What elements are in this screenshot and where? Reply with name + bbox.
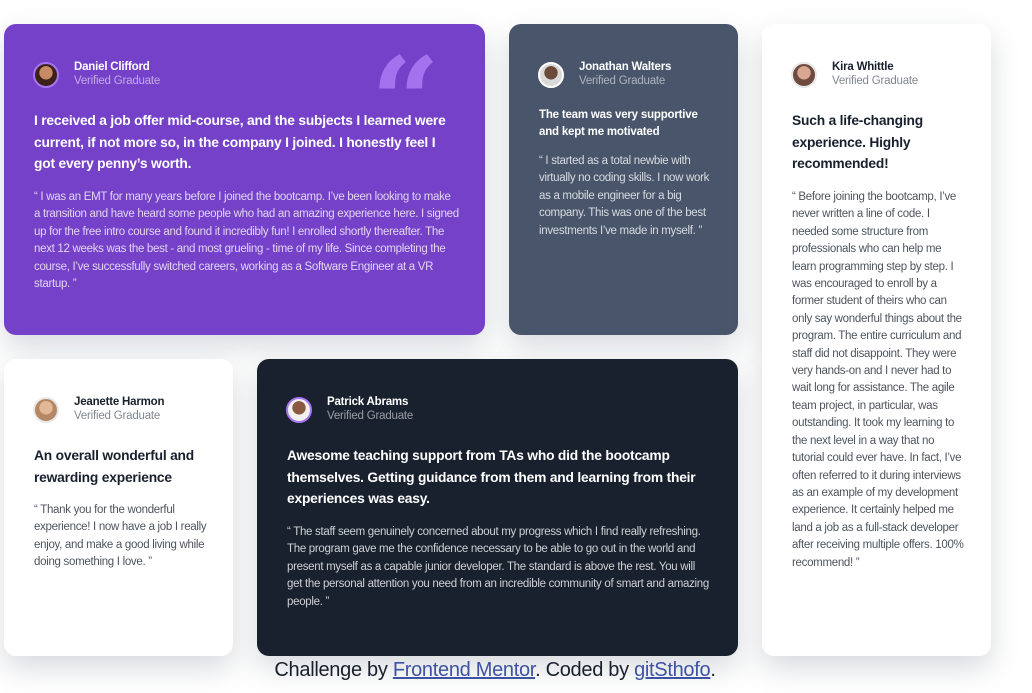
author-name: Jeanette Harmon: [74, 396, 165, 408]
attribution-prefix: Challenge by: [274, 659, 393, 681]
avatar: [33, 61, 59, 88]
author-block: Jonathan Walters Verified Graduate: [538, 60, 671, 89]
testimonial-headline: Such a life-changing experience. Highly …: [792, 113, 923, 171]
testimonial-text: “ The staff seem genuinely concerned abo…: [287, 526, 709, 608]
author-role: Verified Graduate: [579, 75, 666, 87]
avatar: [791, 61, 817, 88]
author-name: Kira Whittle: [832, 61, 894, 73]
testimonial-card-jonathan: Jonathan Walters Verified Graduate The t…: [509, 24, 738, 335]
attribution-suffix: .: [710, 659, 716, 681]
author-block: Patrick Abrams Verified Graduate: [286, 395, 413, 424]
attribution-footer: Challenge by Frontend Mentor. Coded by g…: [0, 659, 990, 682]
avatar: [286, 396, 312, 423]
testimonial-text: “ Before joining the bootcamp, I’ve neve…: [792, 191, 964, 569]
testimonial-headline: The team was very supportive and kept me…: [539, 109, 698, 138]
avatar: [538, 61, 564, 88]
testimonial-text: “ I started as a total newbie with virtu…: [539, 155, 710, 237]
author-role: Verified Graduate: [74, 410, 161, 422]
frontend-mentor-link[interactable]: Frontend Mentor: [393, 659, 536, 681]
author-block: Daniel Clifford Verified Graduate: [33, 60, 160, 89]
avatar: [33, 396, 59, 423]
testimonial-text: “ Thank you for the wonderful experience…: [34, 504, 207, 569]
author-name: Jonathan Walters: [579, 61, 672, 73]
testimonial-headline: Awesome teaching support from TAs who di…: [287, 448, 696, 506]
author-name: Patrick Abrams: [327, 396, 409, 408]
author-role: Verified Graduate: [74, 75, 161, 87]
testimonial-card-kira: Kira Whittle Verified Graduate Such a li…: [762, 24, 991, 656]
author-role: Verified Graduate: [327, 410, 414, 422]
author-link[interactable]: gitSthofo: [634, 659, 711, 681]
testimonial-text: “ I was an EMT for many years before I j…: [34, 191, 459, 291]
author-block: Kira Whittle Verified Graduate: [791, 60, 918, 89]
testimonial-card-daniel: “ Daniel Clifford Verified Graduate I re…: [4, 24, 485, 335]
author-block: Jeanette Harmon Verified Graduate: [33, 395, 165, 424]
testimonial-card-patrick: Patrick Abrams Verified Graduate Awesome…: [257, 359, 738, 656]
author-name: Daniel Clifford: [74, 61, 150, 73]
attribution-middle: . Coded by: [535, 659, 635, 681]
testimonial-headline: I received a job offer mid-course, and t…: [34, 113, 446, 171]
testimonial-card-jeanette: Jeanette Harmon Verified Graduate An ove…: [4, 359, 233, 656]
testimonial-headline: An overall wonderful and rewarding exper…: [34, 448, 195, 485]
author-role: Verified Graduate: [832, 75, 919, 87]
